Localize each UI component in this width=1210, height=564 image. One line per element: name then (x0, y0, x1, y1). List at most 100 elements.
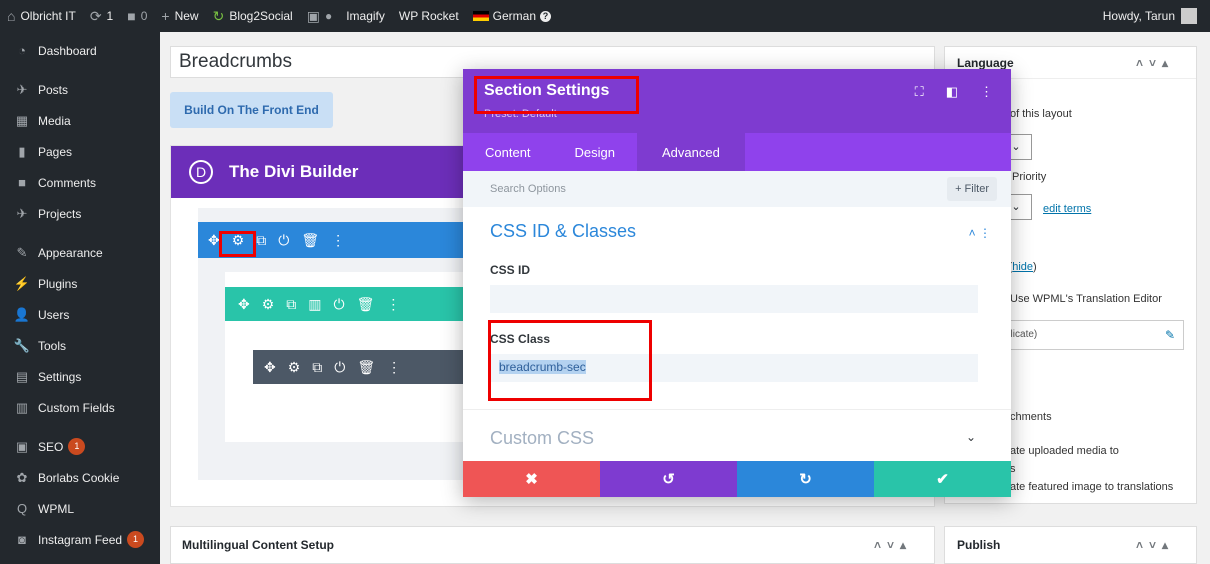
language-switcher[interactable]: German? (466, 0, 558, 32)
search-options-input[interactable]: Search Options + Filter (463, 171, 1011, 207)
updates-link[interactable]: ⟳ 1 (83, 0, 120, 32)
tab-design[interactable]: Design (553, 133, 637, 171)
uploaded-media-option[interactable]: ate uploaded media to (1010, 445, 1119, 457)
custom-css-toggle[interactable]: Custom CSS ⌄ (463, 409, 1011, 462)
avatar (1181, 8, 1197, 24)
home-icon: ⌂ (7, 8, 16, 24)
sidebar-item-comments[interactable]: ■ Comments (0, 167, 160, 198)
sidebar-item-plugins[interactable]: ⚡ Plugins (0, 268, 160, 299)
box-title: Multilingual Content Setup (182, 538, 334, 552)
sidebar-item-pages[interactable]: ▮ Pages (0, 136, 160, 167)
comments-count: 0 (140, 9, 148, 23)
media-icon: ▦ (15, 112, 29, 128)
featured-image-option[interactable]: ate featured image to translations (1010, 481, 1173, 493)
sidebar-item-borlabs-cookie[interactable]: ✿ Borlabs Cookie (0, 462, 160, 493)
more-icon[interactable]: ⋮ (980, 84, 993, 100)
sidebar-item-label: Appearance (38, 245, 103, 260)
duplicate-select[interactable]: plicate) ✎ (1000, 320, 1184, 350)
power-icon[interactable]: ⏻ (334, 296, 345, 313)
wp-rocket-link[interactable]: WP Rocket (392, 0, 466, 32)
fullscreen-icon[interactable]: ⛶ (915, 84, 924, 100)
admin-bar: ⌂ Olbricht IT ⟳ 1 ■ 0 + New ↻ Blog2Social ▣ ● … (0, 0, 1210, 32)
pages-icon: ▮ (18, 143, 26, 159)
duplicate-icon[interactable]: ⧉ (286, 296, 296, 313)
move-icon[interactable]: ✥ (264, 359, 276, 376)
trash-icon[interactable]: 🗑 (357, 296, 375, 313)
sidebar-item-settings[interactable]: ▤ Settings (0, 361, 160, 392)
attachments-label: chments (1010, 411, 1052, 423)
columns-icon[interactable]: ▥ (308, 296, 321, 313)
discard-button[interactable]: ✖ (463, 461, 600, 497)
close-icon: ✖ (525, 471, 538, 488)
cookie-icon: ✿ (16, 469, 28, 485)
sidebar-item-custom-fields[interactable]: ▥ Custom Fields (0, 392, 160, 423)
build-on-front-end-button[interactable]: Build On The Front End (170, 92, 333, 128)
redo-button[interactable]: ↻ (737, 461, 874, 497)
blog2social-link[interactable]: ↻ Blog2Social (206, 0, 300, 32)
more-icon[interactable]: ⋮ (979, 226, 991, 240)
box-arrows-icon[interactable]: ˄˅▴ (874, 538, 912, 552)
row-toolbar: ✥ ⚙ ⧉ ▥ ⏻ 🗑 ⋮ (225, 287, 475, 321)
filter-button[interactable]: + Filter (947, 177, 997, 201)
tab-content[interactable]: Content (463, 133, 553, 171)
new-content-link[interactable]: + New (154, 0, 205, 32)
undo-icon: ↺ (662, 471, 675, 488)
imagify-link[interactable]: Imagify (339, 0, 392, 32)
box-arrows-icon[interactable]: ˄˅▴ (1136, 56, 1174, 70)
sidebar-item-users[interactable]: 👤 Users (0, 299, 160, 330)
translation-editor-option[interactable]: Use WPML's Translation Editor (1010, 293, 1162, 305)
sidebar-item-instagram-feed[interactable]: ◙ Instagram Feed 1 (0, 524, 160, 555)
more-icon[interactable]: ⋮ (387, 359, 401, 376)
wrench-icon: 🔧 (13, 337, 31, 353)
split-view-icon[interactable]: ◧ (946, 84, 958, 100)
gear-icon[interactable]: ⚙ (262, 296, 275, 313)
sidebar-item-posts[interactable]: ✈ Posts (0, 74, 160, 105)
trash-icon[interactable]: 🗑 (357, 359, 375, 376)
sidebar-item-seo[interactable]: ▣ SEO 1 (0, 431, 160, 462)
css-id-label: CSS ID (490, 263, 531, 277)
priority-label: Priority (1012, 171, 1047, 183)
account-menu[interactable]: Howdy, Tarun (1096, 0, 1204, 32)
more-icon[interactable]: ⋮ (386, 296, 400, 313)
edit-terms-link[interactable]: edit terms (1043, 203, 1091, 215)
box-arrows-icon[interactable]: ˄˅▴ (1136, 538, 1174, 552)
css-id-input[interactable] (490, 285, 978, 313)
pencil-icon[interactable]: ✎ (1165, 328, 1175, 342)
css-id-classes-toggle[interactable]: CSS ID & Classes (490, 221, 636, 242)
custom-css-label: Custom CSS (490, 428, 595, 448)
dashboard-icon: ◔ (18, 43, 26, 58)
power-icon[interactable]: ⏻ (334, 359, 345, 376)
sidebar-item-wpml[interactable]: Q WPML (0, 493, 160, 524)
updates-count: 1 (106, 9, 114, 23)
modal-header-icons: ⛶ ◧ ⋮ (893, 84, 993, 100)
duplicate-icon[interactable]: ⧉ (256, 232, 266, 249)
sidebar-item-media[interactable]: ▦ Media (0, 105, 160, 136)
yoast-link[interactable]: ▣ ● (300, 0, 339, 32)
sidebar-item-appearance[interactable]: ✎ Appearance (0, 237, 160, 268)
sidebar-item-tools[interactable]: 🔧 Tools (0, 330, 160, 361)
hide-suffix: ) (1033, 261, 1037, 273)
site-name-link[interactable]: ⌂ Olbricht IT (0, 0, 83, 32)
duplicate-icon[interactable]: ⧉ (312, 359, 322, 376)
hide-link[interactable]: hide (1012, 261, 1033, 273)
modal-header: Section Settings Preset: Default ⛶ ◧ ⋮ (463, 69, 1011, 133)
move-icon[interactable]: ✥ (208, 232, 220, 249)
tab-advanced[interactable]: Advanced (637, 133, 745, 171)
chevron-up-icon[interactable]: ˄ (969, 226, 976, 240)
divi-logo-icon: D (189, 160, 213, 184)
publish-box[interactable]: Publish ˄˅▴ (944, 526, 1197, 564)
gear-icon[interactable]: ⚙ (288, 359, 301, 376)
sidebar-item-dashboard[interactable]: ◔ Dashboard (0, 35, 160, 66)
power-icon[interactable]: ⏻ (278, 232, 289, 249)
language-label: German (492, 9, 537, 23)
save-button[interactable]: ✔ (874, 461, 1011, 497)
comments-link[interactable]: ■ 0 (120, 0, 154, 32)
undo-button[interactable]: ↺ (600, 461, 737, 497)
move-icon[interactable]: ✥ (238, 296, 250, 313)
check-icon: ✔ (936, 471, 949, 488)
help-icon: ? (540, 10, 552, 22)
more-icon[interactable]: ⋮ (331, 232, 345, 249)
multilingual-content-setup-box[interactable]: Multilingual Content Setup ˄˅▴ (170, 526, 935, 564)
trash-icon[interactable]: 🗑 (301, 232, 319, 249)
sidebar-item-projects[interactable]: ✈ Projects (0, 198, 160, 229)
